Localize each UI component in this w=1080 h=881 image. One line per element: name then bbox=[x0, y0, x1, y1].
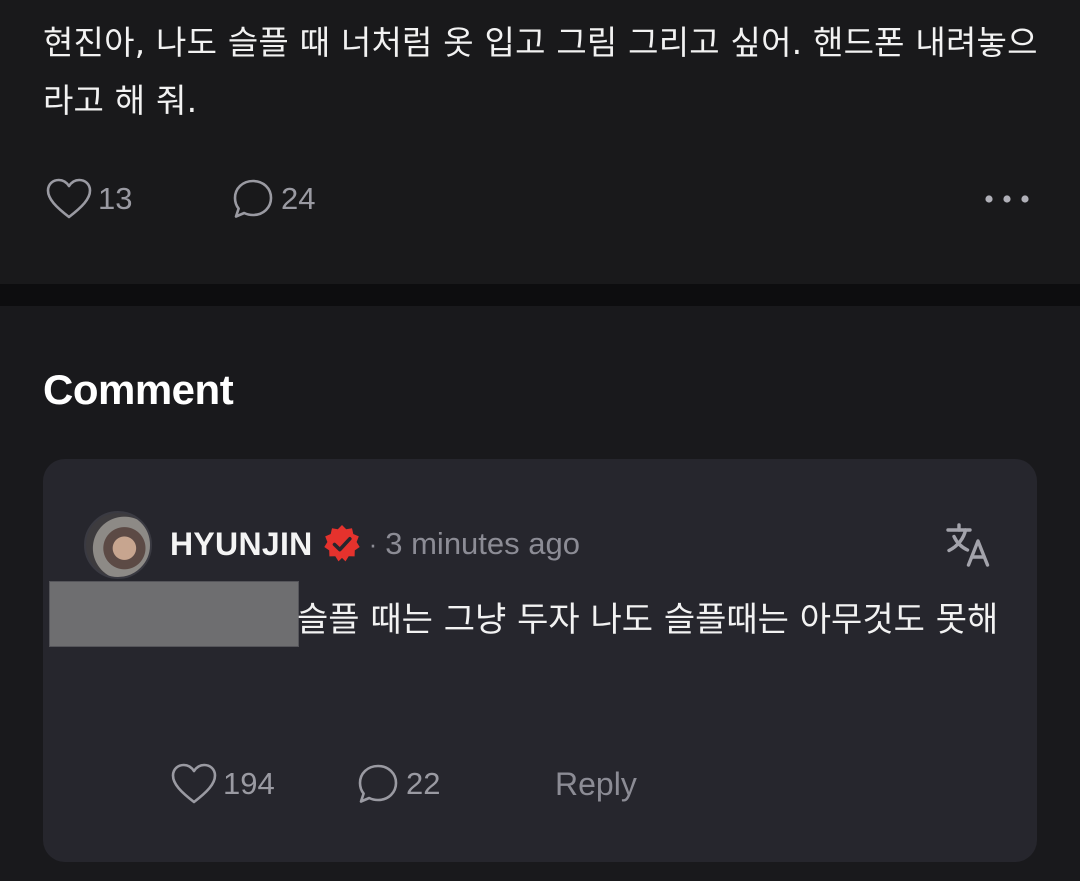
comment-text: 슬플 때는 그냥 두자 나도 슬플때는 아무것도 못해 bbox=[297, 600, 999, 640]
post-like-count: 13 bbox=[98, 181, 133, 216]
section-divider bbox=[0, 284, 1080, 306]
comment-card: HYUNJIN · 3 minutes ago 슬플 때는 그냥 두자 나도 슬… bbox=[43, 459, 1037, 862]
post-text: 현진아, 나도 슬플 때 너처럼 옷 입고 그림 그리고 싶어. 핸드폰 내려놓… bbox=[43, 23, 1038, 120]
reply-button[interactable]: Reply bbox=[555, 757, 637, 811]
post-like-button[interactable]: 13 bbox=[46, 172, 132, 226]
avatar[interactable] bbox=[84, 511, 152, 579]
comment-reply-count: 22 bbox=[406, 766, 441, 801]
comment-actions: 194 22 Reply bbox=[43, 757, 1037, 811]
post-actions: 13 24 bbox=[0, 172, 1080, 226]
author-name[interactable]: HYUNJIN bbox=[170, 526, 313, 563]
heart-icon bbox=[46, 178, 92, 219]
post-comment-button[interactable]: 24 bbox=[231, 172, 315, 226]
separator-dot: · bbox=[368, 528, 378, 559]
post-comment-count: 24 bbox=[281, 181, 316, 216]
translate-icon[interactable] bbox=[945, 521, 993, 569]
comment-header: HYUNJIN · 3 minutes ago bbox=[170, 519, 580, 569]
comment-reply-count-button[interactable]: 22 bbox=[356, 757, 440, 811]
more-options-button[interactable] bbox=[984, 172, 1030, 226]
comment-like-count: 194 bbox=[223, 766, 275, 801]
comment-bubble-icon bbox=[233, 179, 273, 218]
post: 현진아, 나도 슬플 때 너처럼 옷 입고 그림 그리고 싶어. 핸드폰 내려놓… bbox=[0, 0, 1080, 284]
comment-like-button[interactable]: 194 bbox=[171, 757, 275, 811]
section-title: Comment bbox=[43, 366, 234, 413]
comment-section: Comment HYUNJIN · 3 minutes ago 슬플 때는 그냥 bbox=[0, 306, 1080, 881]
verified-badge-icon bbox=[323, 525, 360, 562]
more-options-icon bbox=[985, 195, 1029, 203]
comment-timestamp: 3 minutes ago bbox=[385, 526, 580, 561]
heart-icon bbox=[171, 763, 217, 804]
comment-bubble-icon bbox=[358, 764, 398, 803]
